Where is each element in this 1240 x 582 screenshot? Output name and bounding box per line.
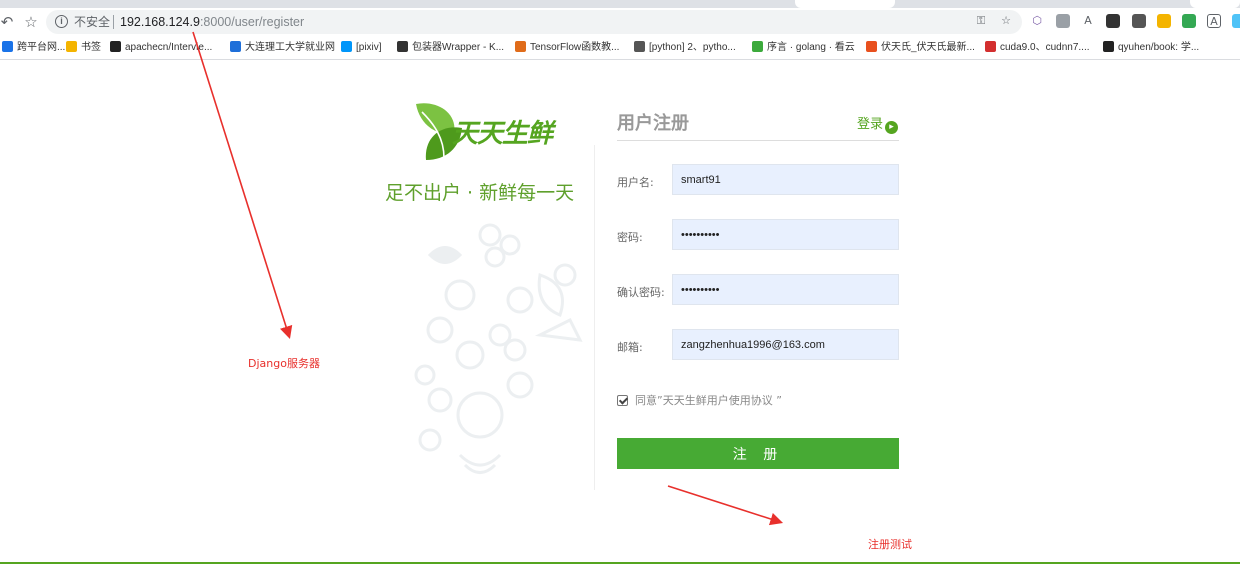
bookmark-item[interactable]: [pixiv] xyxy=(341,41,382,55)
title-divider xyxy=(617,140,899,141)
browser-toolbar: ↶ ☆ i 不安全 192.168.124.9:8000/user/regist… xyxy=(0,8,1240,36)
tab[interactable] xyxy=(1190,0,1240,8)
github-icon xyxy=(1103,41,1114,52)
image-ext-icon[interactable] xyxy=(1056,14,1070,28)
translate-icon[interactable]: A xyxy=(1081,14,1095,28)
bookmark-item[interactable]: 序言 · golang · 看云 xyxy=(752,41,855,55)
bookmark-item[interactable]: TensorFlow函数教... xyxy=(515,41,619,55)
reload-icon[interactable]: ↶ xyxy=(0,11,18,33)
bookmark-item[interactable]: 大连理工大学就业网 xyxy=(230,41,335,55)
github-icon xyxy=(110,41,121,52)
agree-row: 同意”天天生鲜用户使用协议 ” xyxy=(617,392,782,408)
bookmark-label: 序言 · golang · 看云 xyxy=(767,42,855,53)
arrow-right-icon: ▸ xyxy=(885,121,899,134)
vertical-divider xyxy=(594,145,595,490)
password-input[interactable] xyxy=(672,219,899,250)
info-icon[interactable]: i xyxy=(55,15,68,28)
bookmark-label: [pixiv] xyxy=(356,42,382,53)
username-label: 用户名: xyxy=(617,176,654,189)
bookmark-label: qyuhen/book: 学... xyxy=(1118,42,1200,53)
bookmark-star-icon[interactable]: ☆ xyxy=(999,14,1013,28)
tensorflow-icon xyxy=(515,41,526,52)
c-icon xyxy=(985,41,996,52)
security-label: 不安全 xyxy=(74,15,111,29)
globe-icon xyxy=(230,41,241,52)
url-path: :8000/user/register xyxy=(199,15,305,29)
bookmark-label: 大连理工大学就业网 xyxy=(245,42,335,53)
ext-icon[interactable] xyxy=(1132,14,1146,28)
register-button[interactable]: 注 册 xyxy=(617,438,899,469)
bookmark-item[interactable]: apachecn/Intervie... xyxy=(110,41,212,55)
confirm-password-label: 确认密码: xyxy=(617,286,665,299)
bookmark-label: 跨平台网... xyxy=(17,42,66,53)
login-link[interactable]: 登录 ▸ xyxy=(857,113,899,134)
ext-icon[interactable] xyxy=(1106,14,1120,28)
page: ↶ ☆ i 不安全 192.168.124.9:8000/user/regist… xyxy=(0,0,1240,582)
separator xyxy=(113,15,114,29)
url-text[interactable]: 192.168.124.9:8000/user/register xyxy=(120,10,304,34)
bookmark-icon xyxy=(866,41,877,52)
server-annotation: Django服务器 xyxy=(248,357,320,370)
book-icon xyxy=(397,41,408,52)
footer-rule xyxy=(0,562,1240,564)
username-input[interactable] xyxy=(672,164,899,195)
slogan: 足不出户 · 新鲜每一天 xyxy=(385,182,575,204)
page-icon xyxy=(2,41,13,52)
bird-icon xyxy=(634,41,645,52)
tab[interactable] xyxy=(795,0,895,8)
bookmark-label: 书签 xyxy=(81,42,101,53)
password-label: 密码: xyxy=(617,231,643,244)
arrow-to-form xyxy=(667,485,784,526)
bookmarks-bar: 跨平台网... 书签 apachecn/Intervie... 大连理工大学就业网 [p… xyxy=(0,36,1240,60)
bookmark-item[interactable]: qyuhen/book: 学... xyxy=(1103,41,1199,55)
bookmark-item[interactable]: cuda9.0、cudnn7.... xyxy=(985,41,1090,55)
ext-icon[interactable] xyxy=(1157,14,1171,28)
confirm-password-input[interactable] xyxy=(672,274,899,305)
bookmark-label: 包装器Wrapper - K... xyxy=(412,42,505,53)
ext-icon[interactable] xyxy=(1232,14,1240,28)
cube-icon[interactable]: ⬡ xyxy=(1030,14,1044,28)
test-annotation: 注册测试 xyxy=(868,538,912,551)
fruit-decoration-icon xyxy=(414,223,583,474)
bookmark-item[interactable]: 包装器Wrapper - K... xyxy=(397,41,504,55)
bookmark-label: 伏天氏_伏天氏最新... xyxy=(881,42,975,53)
email-label: 邮箱: xyxy=(617,341,643,354)
bookmark-item[interactable]: 跨平台网... xyxy=(2,41,65,55)
bookmark-label: apachecn/Intervie... xyxy=(125,42,213,53)
register-title: 用户注册 xyxy=(617,113,689,134)
bookmark-label: [python] 2、pytho... xyxy=(649,42,736,53)
ext-icon[interactable] xyxy=(1182,14,1196,28)
email-input[interactable] xyxy=(672,329,899,360)
bookmark-label: cuda9.0、cudnn7.... xyxy=(1000,42,1090,53)
agree-checkbox[interactable] xyxy=(617,395,628,406)
bookmark-item[interactable]: [python] 2、pytho... xyxy=(634,41,736,55)
cloud-icon xyxy=(752,41,763,52)
login-link-label: 登录 xyxy=(857,117,884,132)
star-icon[interactable]: ☆ xyxy=(20,11,42,33)
logo-text: 天天生鲜 xyxy=(452,119,553,149)
address-bar[interactable]: i 不安全 192.168.124.9:8000/user/register xyxy=(46,10,1022,34)
ext-icon[interactable]: A xyxy=(1207,14,1221,28)
pixiv-icon xyxy=(341,41,352,52)
folder-icon xyxy=(66,41,77,52)
bookmark-item[interactable]: 伏天氏_伏天氏最新... xyxy=(866,41,975,55)
agree-text: 同意”天天生鲜用户使用协议 ” xyxy=(635,394,782,407)
bookmark-item[interactable]: 书签 xyxy=(66,41,101,55)
key-icon[interactable]: ⚿ xyxy=(974,14,988,28)
arrow-to-url xyxy=(192,31,293,340)
url-host: 192.168.124.9 xyxy=(120,15,200,29)
bookmark-label: TensorFlow函数教... xyxy=(530,42,620,53)
tab-strip xyxy=(0,0,1240,8)
